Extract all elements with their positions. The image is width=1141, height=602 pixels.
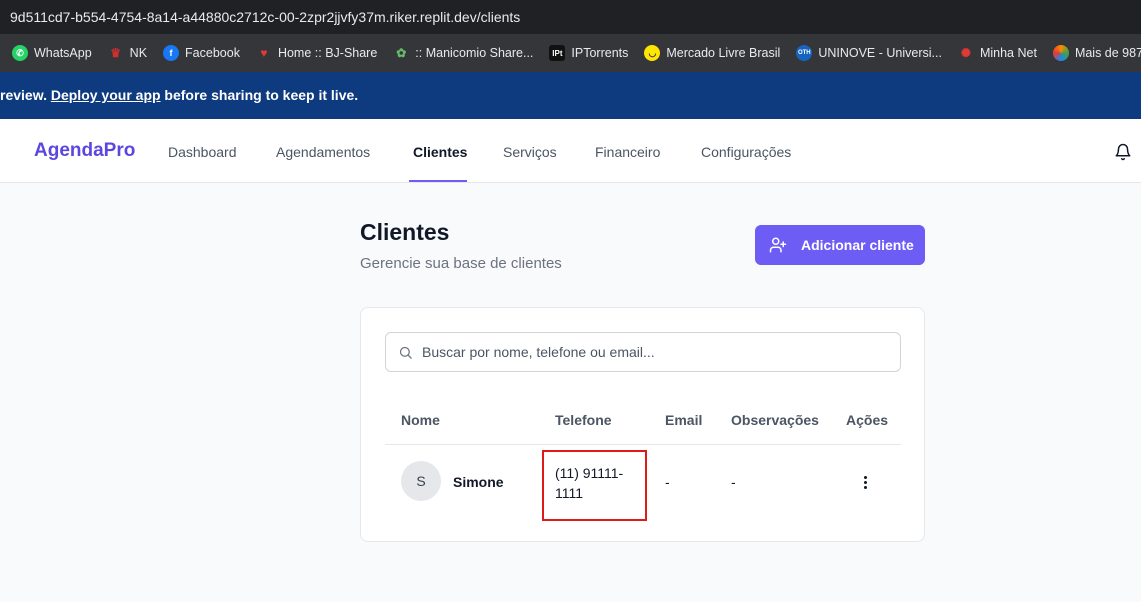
bookmarks-bar: ✆ WhatsApp ♛ NK f Facebook ♥ Home :: BJ-… bbox=[0, 34, 1141, 72]
nav-agendamentos[interactable]: Agendamentos bbox=[276, 144, 370, 160]
column-header-telefone[interactable]: Telefone bbox=[555, 412, 612, 428]
active-tab-indicator bbox=[409, 180, 467, 182]
bell-icon[interactable] bbox=[1114, 143, 1132, 161]
nav-clientes[interactable]: Clientes bbox=[413, 144, 467, 160]
facebook-icon: f bbox=[163, 45, 180, 61]
clients-card: Nome Telefone Email Observações Ações S … bbox=[360, 307, 925, 542]
add-client-button[interactable]: Adicionar cliente bbox=[755, 225, 925, 265]
client-notes: - bbox=[731, 474, 736, 490]
preview-banner: review. Deploy your app before sharing t… bbox=[0, 72, 1141, 119]
minha-net-icon: ✺ bbox=[960, 46, 971, 60]
materias-icon bbox=[1052, 45, 1069, 61]
bookmark-iptorrents[interactable]: IPt IPTorrents bbox=[549, 45, 628, 61]
nav-configuracoes[interactable]: Configurações bbox=[701, 144, 791, 160]
bj-share-icon: ♥ bbox=[260, 46, 268, 60]
more-actions-icon[interactable] bbox=[855, 472, 875, 492]
bookmark-label: Minha Net bbox=[979, 46, 1037, 60]
search-box bbox=[385, 332, 901, 372]
client-name: Simone bbox=[453, 474, 504, 490]
page-title: Clientes bbox=[360, 219, 450, 245]
avatar: S bbox=[401, 461, 441, 501]
bookmark-label: IPTorrents bbox=[571, 46, 629, 60]
bookmark-label: :: Manicomio Share... bbox=[415, 46, 534, 60]
deploy-link[interactable]: Deploy your app bbox=[51, 87, 161, 103]
nav-financeiro[interactable]: Financeiro bbox=[595, 144, 660, 160]
url-text: 9d511cd7-b554-4754-8a14-a44880c2712c-00-… bbox=[10, 9, 521, 25]
bookmark-manicomio[interactable]: ✿ :: Manicomio Share... bbox=[393, 45, 533, 61]
bookmark-nk[interactable]: ♛ NK bbox=[108, 45, 147, 61]
whatsapp-icon: ✆ bbox=[12, 45, 28, 61]
bookmark-label: Facebook bbox=[185, 46, 240, 60]
bookmark-whatsapp[interactable]: ✆ WhatsApp bbox=[12, 45, 92, 61]
bookmark-label: Home :: BJ-Share bbox=[277, 46, 378, 60]
nav-servicos[interactable]: Serviços bbox=[503, 144, 557, 160]
bookmark-label: UNINOVE - Universi... bbox=[818, 46, 942, 60]
uninove-icon: OTH bbox=[796, 45, 813, 61]
user-plus-icon bbox=[769, 237, 787, 253]
bookmark-label: Mais de 987 materi bbox=[1074, 46, 1141, 60]
bookmark-label: Mercado Livre Brasil bbox=[666, 46, 781, 60]
column-header-observacoes[interactable]: Observações bbox=[731, 412, 819, 428]
column-header-acoes: Ações bbox=[846, 412, 889, 428]
app-logo[interactable]: AgendaPro bbox=[34, 140, 135, 162]
mercado-livre-icon: ◡ bbox=[644, 45, 661, 61]
bookmark-materias[interactable]: Mais de 987 materi bbox=[1052, 45, 1141, 61]
bookmark-uninove[interactable]: OTH UNINOVE - Universi... bbox=[796, 45, 942, 61]
add-client-label: Adicionar cliente bbox=[801, 237, 914, 253]
bookmark-label: WhatsApp bbox=[34, 46, 92, 60]
bookmark-facebook[interactable]: f Facebook bbox=[163, 45, 240, 61]
app-header: AgendaPro Dashboard Agendamentos Cliente… bbox=[0, 119, 1141, 183]
column-header-email[interactable]: Email bbox=[665, 412, 702, 428]
column-header-nome[interactable]: Nome bbox=[401, 412, 440, 428]
client-email: - bbox=[665, 474, 670, 490]
search-icon bbox=[399, 346, 412, 359]
nav-dashboard[interactable]: Dashboard bbox=[168, 144, 237, 160]
header-divider bbox=[385, 444, 901, 445]
nk-icon: ♛ bbox=[110, 46, 122, 60]
bookmark-bj-share[interactable]: ♥ Home :: BJ-Share bbox=[256, 45, 377, 61]
bookmark-mercado-livre[interactable]: ◡ Mercado Livre Brasil bbox=[644, 45, 780, 61]
iptorrents-icon: IPt bbox=[549, 45, 566, 61]
address-bar[interactable]: 9d511cd7-b554-4754-8a14-a44880c2712c-00-… bbox=[0, 0, 1141, 34]
page-subtitle: Gerencie sua base de clientes bbox=[360, 255, 562, 272]
banner-text-end: before sharing to keep it live. bbox=[160, 87, 359, 103]
search-input[interactable] bbox=[422, 333, 892, 371]
banner-text-start: review. bbox=[0, 87, 51, 103]
bookmark-minha-net[interactable]: ✺ Minha Net bbox=[958, 45, 1037, 61]
bookmark-label: NK bbox=[129, 46, 148, 60]
manicomio-icon: ✿ bbox=[396, 46, 407, 60]
phone-highlight-box bbox=[542, 450, 647, 521]
